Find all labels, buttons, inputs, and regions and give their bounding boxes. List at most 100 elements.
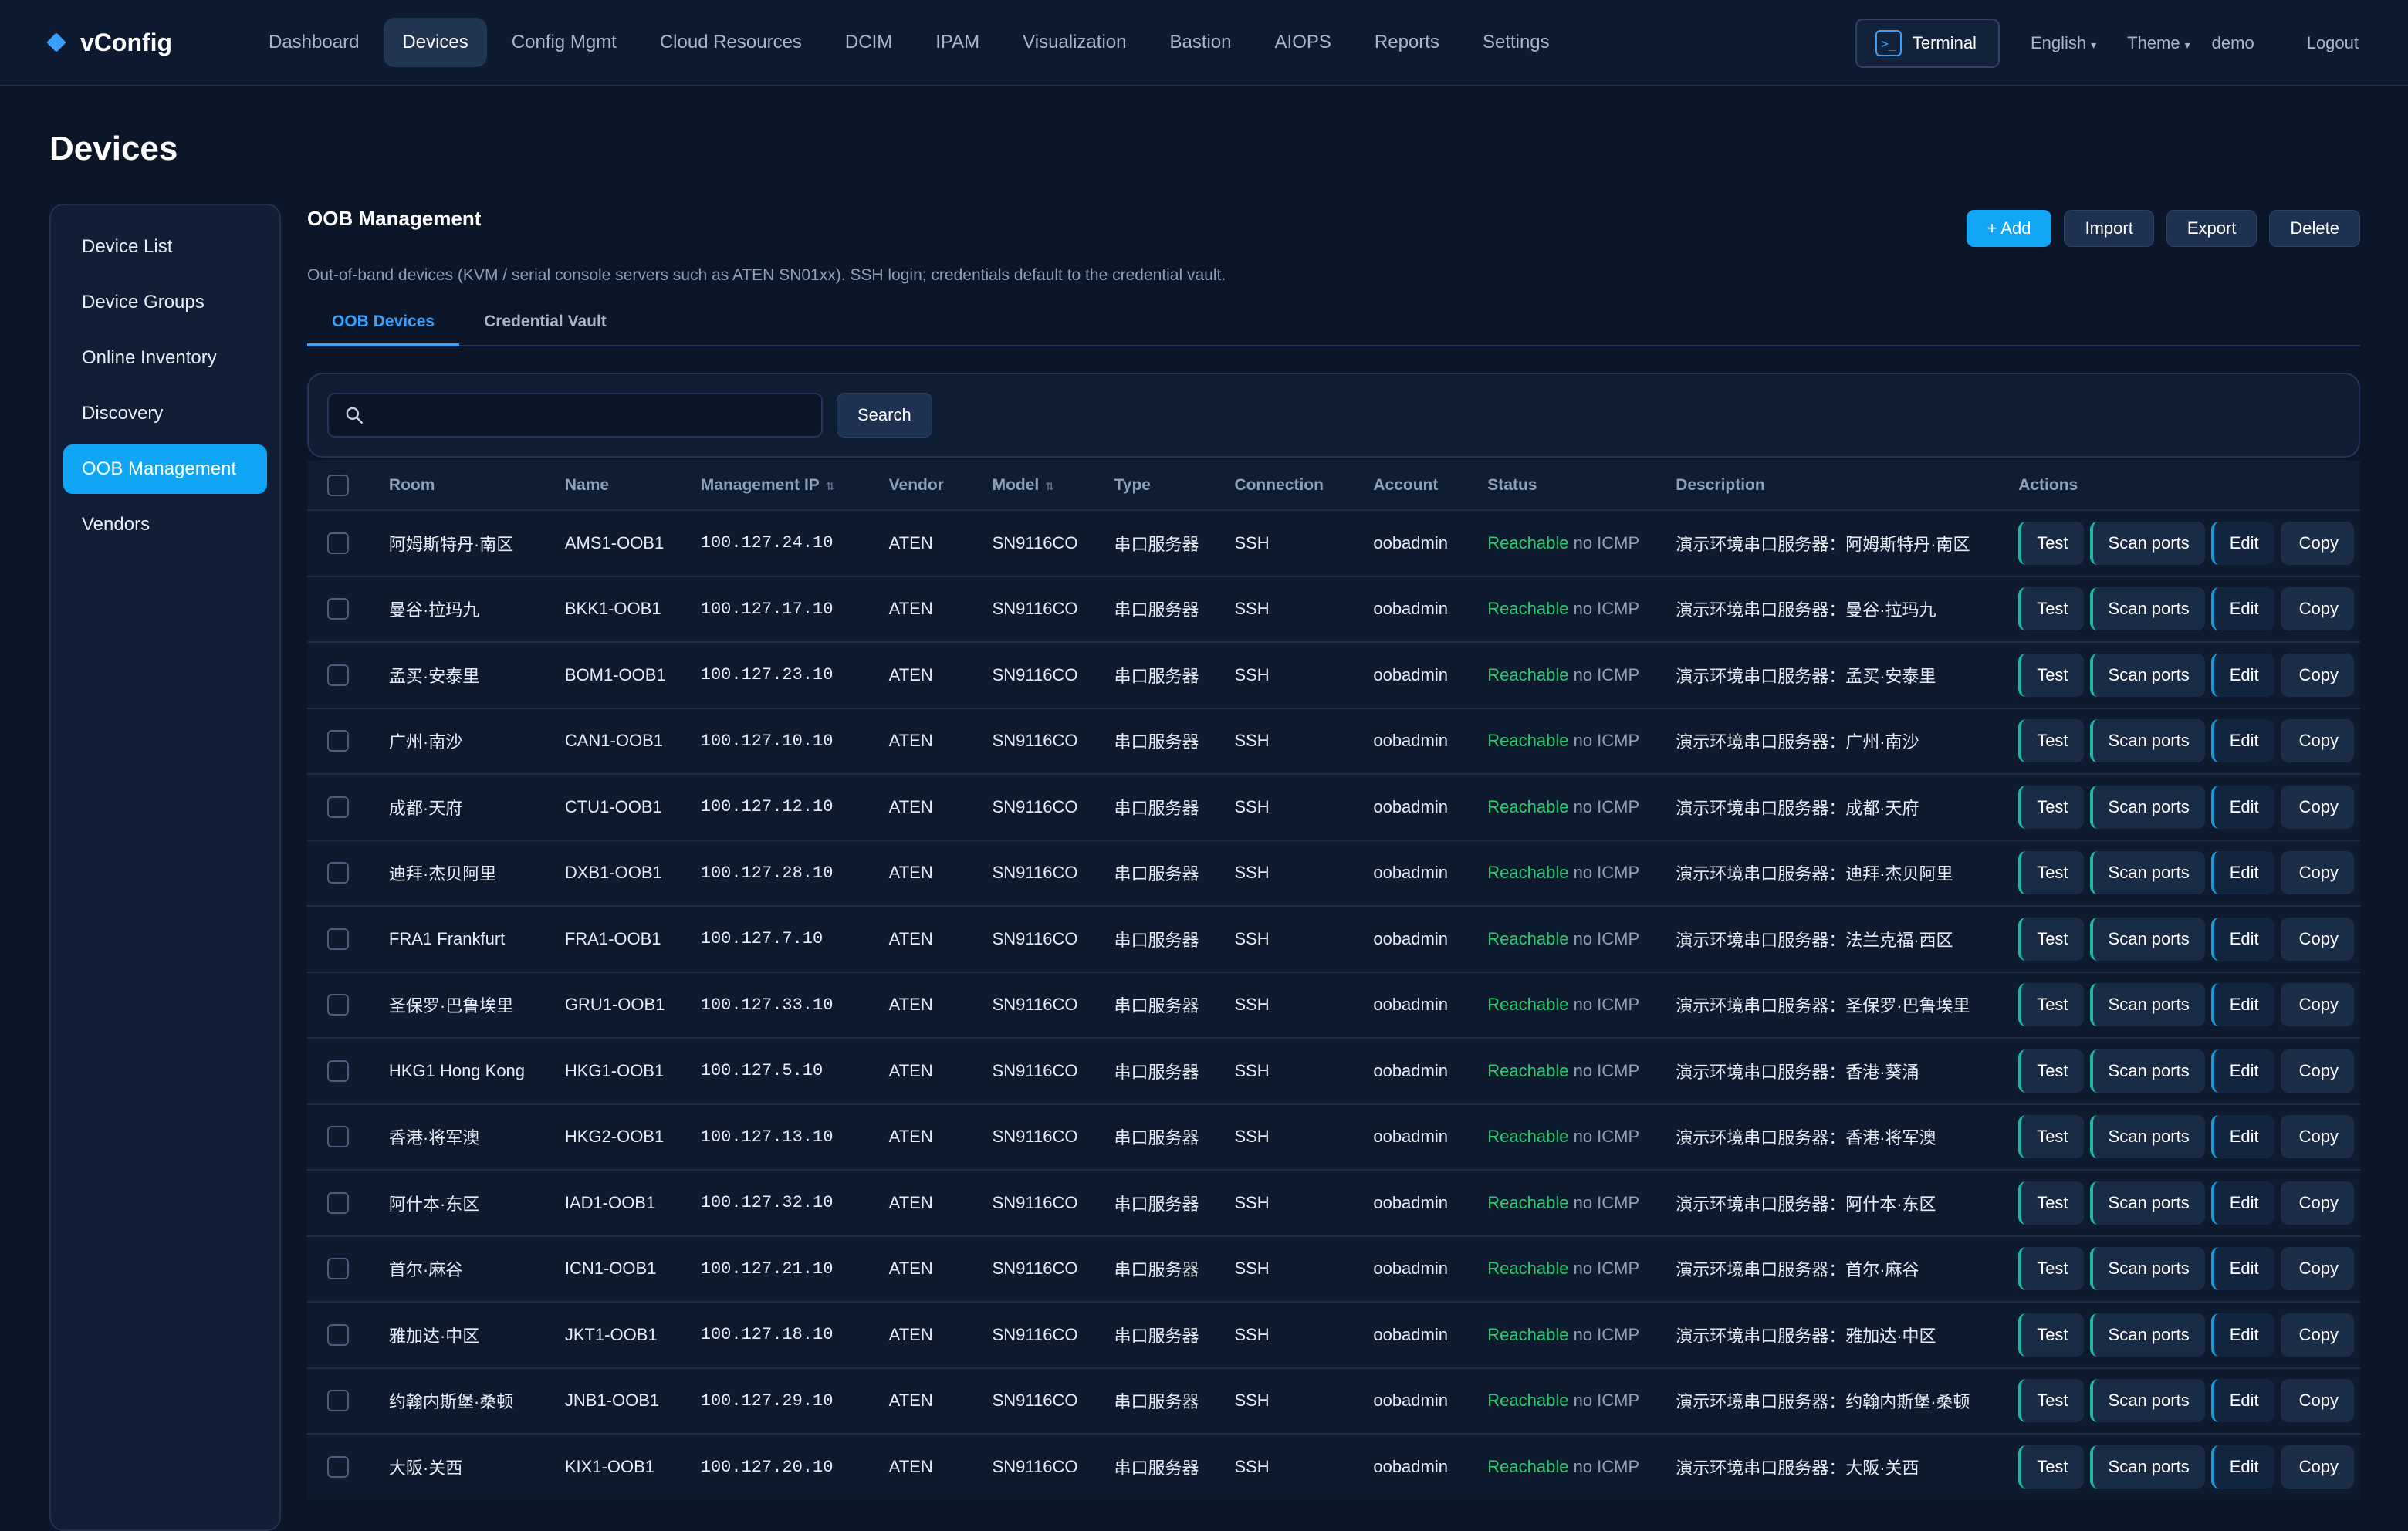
test-button[interactable]: Test [2018,1115,2084,1159]
edit-button[interactable]: Edit [2210,1379,2274,1423]
test-button[interactable]: Test [2018,1049,2084,1093]
scan-ports-button[interactable]: Scan ports [2089,587,2205,631]
user-name[interactable]: demo [2212,33,2254,53]
test-button[interactable]: Test [2018,587,2084,631]
edit-button[interactable]: Edit [2210,521,2274,565]
col-status[interactable]: Status [1487,461,1676,510]
scan-ports-button[interactable]: Scan ports [2089,1313,2205,1357]
add-button[interactable]: + Add [1966,210,2052,247]
copy-button[interactable]: Copy [2280,1445,2354,1489]
scan-ports-button[interactable]: Scan ports [2089,785,2205,829]
col-management-ip[interactable]: Management IP ⇅ [700,461,889,510]
nav-item-ipam[interactable]: IPAM [917,18,998,67]
row-checkbox[interactable] [327,664,349,686]
col-account[interactable]: Account [1373,461,1488,510]
nav-item-aiops[interactable]: AIOPS [1256,18,1350,67]
scan-ports-button[interactable]: Scan ports [2089,521,2205,565]
nav-item-cloud-resources[interactable]: Cloud Resources [641,18,820,67]
row-checkbox[interactable] [327,532,349,554]
col-vendor[interactable]: Vendor [888,461,993,510]
table-row[interactable]: HKG1 Hong Kong HKG1-OOB1 100.127.5.10 ATEN S… [307,1037,2360,1104]
table-row[interactable]: 成都·天府 CTU1-OOB1 100.127.12.10 ATEN SN9116CO 串… [307,773,2360,840]
table-row[interactable]: 阿姆斯特丹·南区 AMS1-OOB1 100.127.24.10 ATEN SN9116… [307,509,2360,576]
test-button[interactable]: Test [2018,1181,2084,1225]
edit-button[interactable]: Edit [2210,1313,2274,1357]
test-button[interactable]: Test [2018,719,2084,763]
test-button[interactable]: Test [2018,851,2084,895]
row-checkbox[interactable] [327,1060,349,1082]
col-connection[interactable]: Connection [1234,461,1374,510]
edit-button[interactable]: Edit [2210,1049,2274,1093]
table-row[interactable]: 阿什本·东区 IAD1-OOB1 100.127.32.10 ATEN SN9116CO… [307,1169,2360,1236]
row-checkbox[interactable] [327,1323,349,1346]
table-row[interactable]: 香港·将军澳 HKG2-OOB1 100.127.13.10 ATEN SN9116CO… [307,1103,2360,1170]
language-dropdown[interactable]: English ▾ [2031,33,2096,53]
copy-button[interactable]: Copy [2280,719,2354,763]
copy-button[interactable]: Copy [2280,521,2354,565]
edit-button[interactable]: Edit [2210,983,2274,1027]
edit-button[interactable]: Edit [2210,1115,2274,1159]
col-name[interactable]: Name [564,461,701,510]
row-checkbox[interactable] [327,598,349,620]
edit-button[interactable]: Edit [2210,1247,2274,1291]
table-row[interactable]: 孟买·安泰里 BOM1-OOB1 100.127.23.10 ATEN SN9116CO… [307,641,2360,708]
sort-icon[interactable]: ⇅ [826,480,835,492]
test-button[interactable]: Test [2018,785,2084,829]
nav-item-visualization[interactable]: Visualization [1004,18,1145,67]
select-all-checkbox[interactable] [327,474,349,496]
test-button[interactable]: Test [2018,521,2084,565]
logout-link[interactable]: Logout [2307,33,2359,53]
row-checkbox[interactable] [327,1258,349,1280]
copy-button[interactable]: Copy [2280,587,2354,631]
col-room[interactable]: Room [388,461,565,510]
copy-button[interactable]: Copy [2280,1049,2354,1093]
table-row[interactable]: 首尔·麻谷 ICN1-OOB1 100.127.21.10 ATEN SN9116CO 串… [307,1235,2360,1302]
nav-item-bastion[interactable]: Bastion [1151,18,1250,67]
sidebar-item-device-list[interactable]: Device List [63,222,267,272]
sidebar-item-oob-management[interactable]: OOB Management [63,444,267,494]
nav-item-devices[interactable]: Devices [384,18,487,67]
export-button[interactable]: Export [2166,210,2258,247]
edit-button[interactable]: Edit [2210,653,2274,697]
edit-button[interactable]: Edit [2210,719,2274,763]
search-button[interactable]: Search [837,393,932,438]
row-checkbox[interactable] [327,1390,349,1412]
scan-ports-button[interactable]: Scan ports [2089,1181,2205,1225]
copy-button[interactable]: Copy [2280,851,2354,895]
brand-logo[interactable]: vConfig [46,29,219,57]
tab-credential-vault[interactable]: Credential Vault [459,313,631,346]
nav-item-dcim[interactable]: DCIM [827,18,911,67]
scan-ports-button[interactable]: Scan ports [2089,1379,2205,1423]
nav-item-reports[interactable]: Reports [1356,18,1458,67]
edit-button[interactable]: Edit [2210,851,2274,895]
search-box[interactable] [327,393,823,438]
table-row[interactable]: 约翰内斯堡·桑顿 JNB1-OOB1 100.127.29.10 ATEN SN9116… [307,1367,2360,1434]
scan-ports-button[interactable]: Scan ports [2089,851,2205,895]
row-checkbox[interactable] [327,1456,349,1479]
nav-item-dashboard[interactable]: Dashboard [250,18,377,67]
test-button[interactable]: Test [2018,917,2084,961]
copy-button[interactable]: Copy [2280,785,2354,829]
copy-button[interactable]: Copy [2280,983,2354,1027]
test-button[interactable]: Test [2018,1313,2084,1357]
scan-ports-button[interactable]: Scan ports [2089,1247,2205,1291]
row-checkbox[interactable] [327,928,349,950]
col-description[interactable]: Description [1676,461,2019,510]
row-checkbox[interactable] [327,1191,349,1214]
test-button[interactable]: Test [2018,653,2084,697]
table-row[interactable]: 曼谷·拉玛九 BKK1-OOB1 100.127.17.10 ATEN SN9116CO… [307,575,2360,642]
test-button[interactable]: Test [2018,1247,2084,1291]
delete-button[interactable]: Delete [2269,210,2360,247]
sidebar-item-online-inventory[interactable]: Online Inventory [63,333,267,383]
scan-ports-button[interactable]: Scan ports [2089,1445,2205,1489]
theme-dropdown[interactable]: Theme ▾ [2127,33,2190,53]
edit-button[interactable]: Edit [2210,1181,2274,1225]
test-button[interactable]: Test [2018,1379,2084,1423]
nav-item-config-mgmt[interactable]: Config Mgmt [493,18,635,67]
copy-button[interactable]: Copy [2280,1247,2354,1291]
sort-icon[interactable]: ⇅ [1045,480,1054,492]
row-checkbox[interactable] [327,994,349,1016]
test-button[interactable]: Test [2018,1445,2084,1489]
copy-button[interactable]: Copy [2280,917,2354,961]
tab-oob-devices[interactable]: OOB Devices [307,313,460,346]
